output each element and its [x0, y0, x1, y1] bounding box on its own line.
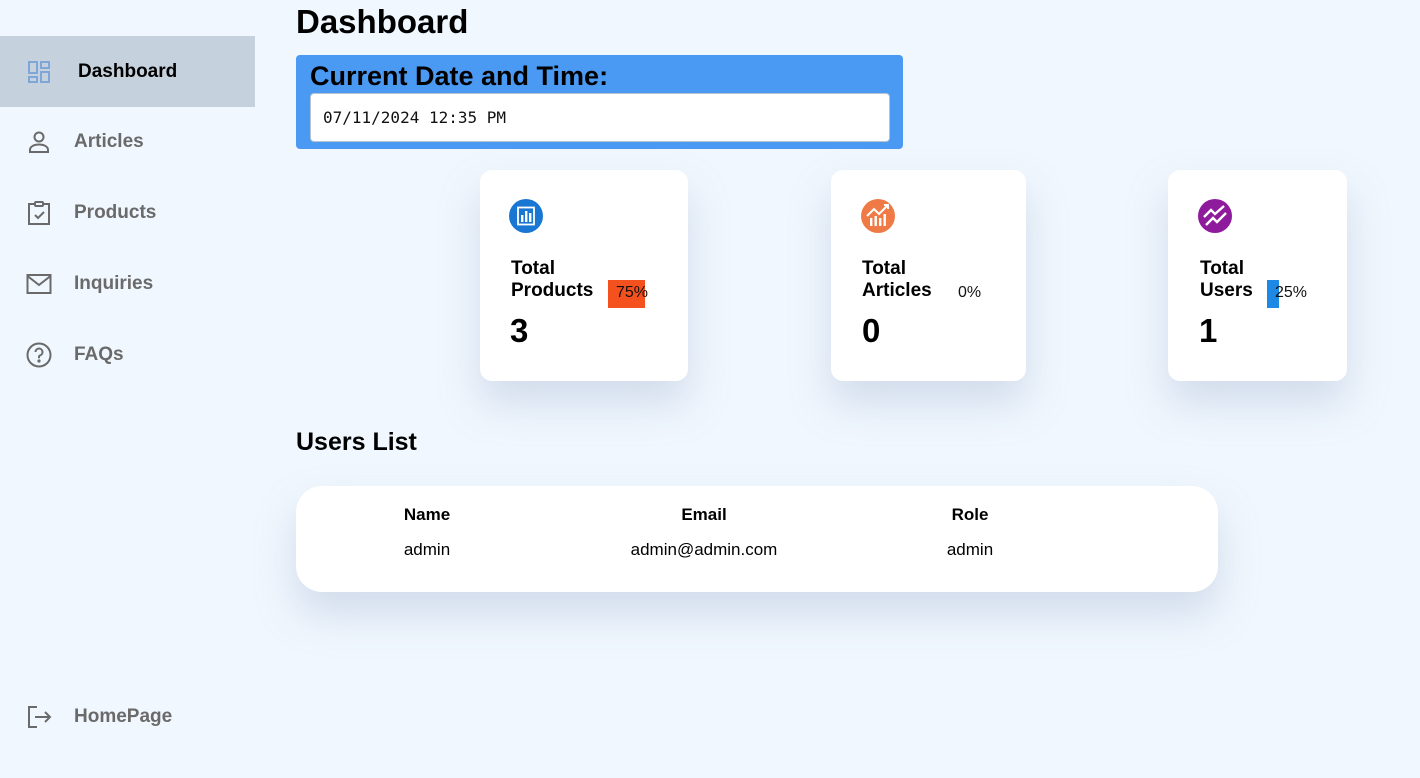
progress-percent: 25%: [1275, 284, 1308, 301]
users-table: Name Email Role admin admin@admin.com ad…: [296, 486, 1218, 592]
stat-label: Total Articles: [862, 258, 932, 302]
sidebar-item-label: Products: [74, 201, 157, 223]
sidebar-item-label: HomePage: [74, 705, 173, 727]
datetime-field[interactable]: [310, 93, 890, 142]
stat-label-line: Total: [511, 258, 555, 279]
stat-value: 0: [862, 312, 881, 349]
clipboard-check-icon: [26, 200, 52, 226]
stat-label: Total Users: [1200, 258, 1253, 302]
mail-icon: [26, 271, 52, 297]
sidebar-item-articles[interactable]: Articles: [0, 106, 255, 177]
trend-up-icon: [861, 199, 895, 233]
datetime-title: Current Date and Time:: [310, 61, 609, 91]
stat-label-line: Articles: [862, 280, 932, 301]
stat-label-line: Total: [1200, 258, 1244, 279]
datetime-panel: Current Date and Time:: [296, 55, 903, 149]
stat-card-users: Total Users 25% 1: [1168, 170, 1347, 381]
stat-label-line: Users: [1200, 280, 1253, 301]
dashboard-icon: [26, 59, 52, 85]
page-title: Dashboard: [296, 3, 469, 40]
sidebar: Dashboard Articles Products Inquiries FA…: [0, 0, 255, 778]
sidebar-item-homepage[interactable]: HomePage: [0, 681, 255, 752]
table-cell-email: admin@admin.com: [630, 540, 778, 559]
help-circle-icon: [26, 342, 52, 368]
bar-chart-icon: [509, 199, 543, 233]
stat-card-products: Total Products 75% 3: [480, 170, 688, 381]
progress-bar: 0%: [955, 280, 992, 308]
stat-label-line: Products: [511, 280, 594, 301]
stat-label: Total Products: [511, 258, 593, 302]
sidebar-item-label: Dashboard: [78, 60, 178, 82]
table-header-role: Role: [951, 505, 989, 524]
progress-percent: 75%: [616, 284, 649, 301]
progress-bar: 25%: [1267, 280, 1313, 308]
table-cell-role: admin: [946, 540, 994, 559]
user-icon: [26, 129, 52, 155]
stat-label-line: Total: [862, 258, 906, 279]
users-list-title: Users List: [296, 428, 417, 456]
sidebar-item-faqs[interactable]: FAQs: [0, 319, 255, 390]
sidebar-item-label: Inquiries: [74, 272, 154, 294]
sidebar-item-inquiries[interactable]: Inquiries: [0, 248, 255, 319]
sidebar-item-dashboard[interactable]: Dashboard: [0, 36, 255, 107]
logout-icon: [26, 704, 52, 730]
sidebar-item-label: FAQs: [74, 343, 124, 365]
table-header-name: Name: [403, 505, 451, 524]
table-cell-name: admin: [403, 540, 451, 559]
progress-bar: 75%: [608, 280, 649, 308]
stat-card-articles: Total Articles 0% 0: [831, 170, 1026, 381]
zigzag-icon: [1198, 199, 1232, 233]
sidebar-item-products[interactable]: Products: [0, 177, 255, 248]
progress-percent: 0%: [958, 284, 982, 301]
sidebar-item-label: Articles: [74, 130, 144, 152]
table-header-email: Email: [681, 505, 727, 524]
stat-value: 3: [510, 312, 529, 349]
stat-value: 1: [1199, 312, 1218, 349]
